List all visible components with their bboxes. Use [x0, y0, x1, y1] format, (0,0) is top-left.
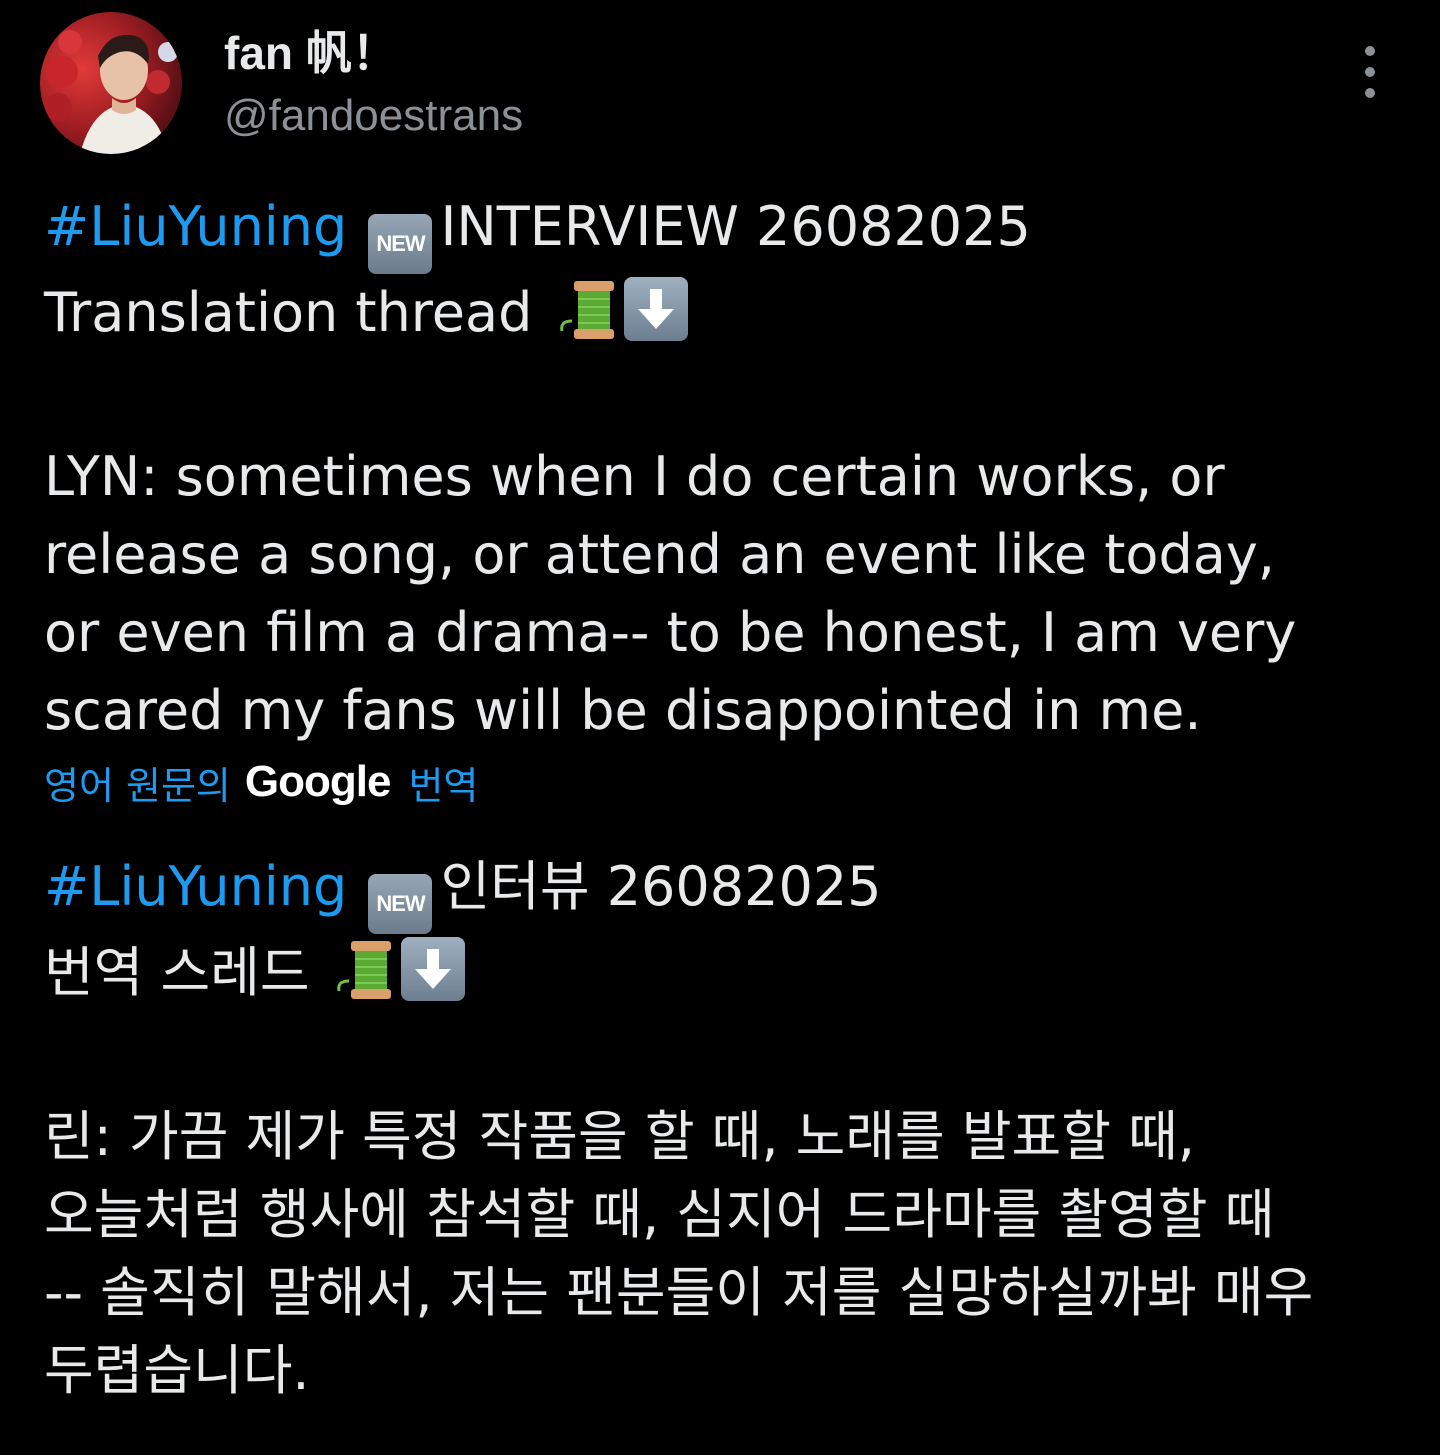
google-logo: Google	[244, 757, 392, 806]
post-text: #LiuYuning NEW INTERVIEW 26082025 Transla…	[44, 188, 1384, 750]
thread-label: Translation thread	[44, 281, 533, 344]
translation-source-label[interactable]: 영어 원문의	[44, 755, 231, 810]
new-button-emoji: NEW	[368, 214, 433, 274]
translated-body-line: -- 솔직히 말해서, 저는 팬분들이 저를 실망하실까봐 매우	[44, 1261, 1314, 1324]
translated-thread-label: 번역 스레드	[44, 941, 310, 1004]
body-line: release a song, or attend an event like …	[44, 523, 1275, 586]
body-line: scared my fans will be disappointed in m…	[44, 679, 1202, 742]
more-vertical-icon-dot	[1365, 67, 1375, 77]
translated-text: #LiuYuning NEW 인터뷰 26082025 번역 스레드 린: 가끔 …	[44, 848, 1404, 1410]
more-options-button[interactable]	[1354, 46, 1386, 98]
translation-notice[interactable]: 영어 원문의 Google 번역	[44, 752, 478, 812]
translated-body-line: 두렵습니다.	[44, 1339, 310, 1402]
down-arrow-emoji	[623, 277, 688, 341]
translated-body-line: 린: 가끔 제가 특정 작품을 할 때, 노래를 발표할 때,	[44, 1105, 1195, 1168]
avatar[interactable]	[40, 12, 182, 154]
display-name[interactable]: fan 帆！	[224, 30, 523, 76]
post-header: fan 帆！ @fandoestrans	[40, 12, 1400, 157]
post-title-line: #LiuYuning NEW INTERVIEW 26082025	[44, 188, 1384, 274]
hashtag-link[interactable]: #LiuYuning	[44, 195, 347, 258]
new-button-emoji: NEW	[368, 874, 433, 934]
thread-label-line: Translation thread	[44, 274, 1384, 362]
down-arrow-emoji	[400, 937, 465, 1001]
translation-suffix-label[interactable]: 번역	[408, 755, 478, 810]
translated-title-line: #LiuYuning NEW 인터뷰 26082025	[44, 848, 1404, 934]
user-handle[interactable]: @fandoestrans	[224, 94, 523, 138]
body-line: LYN: sometimes when I do certain works, …	[44, 445, 1225, 508]
thread-spool-emoji	[559, 277, 622, 362]
thread-spool-emoji	[336, 937, 399, 1022]
hashtag-link[interactable]: #LiuYuning	[44, 855, 347, 918]
translated-title-text: 인터뷰 26082025	[440, 855, 882, 918]
more-vertical-icon-dot	[1365, 88, 1375, 98]
translated-thread-label-line: 번역 스레드	[44, 934, 1404, 1022]
body-line: or even film a drama-- to be honest, I a…	[44, 601, 1297, 664]
more-vertical-icon	[1365, 46, 1375, 56]
post-title-text: INTERVIEW 26082025	[440, 195, 1031, 258]
translated-body-line: 오늘처럼 행사에 참석할 때, 심지어 드라마를 촬영할 때	[44, 1183, 1275, 1246]
